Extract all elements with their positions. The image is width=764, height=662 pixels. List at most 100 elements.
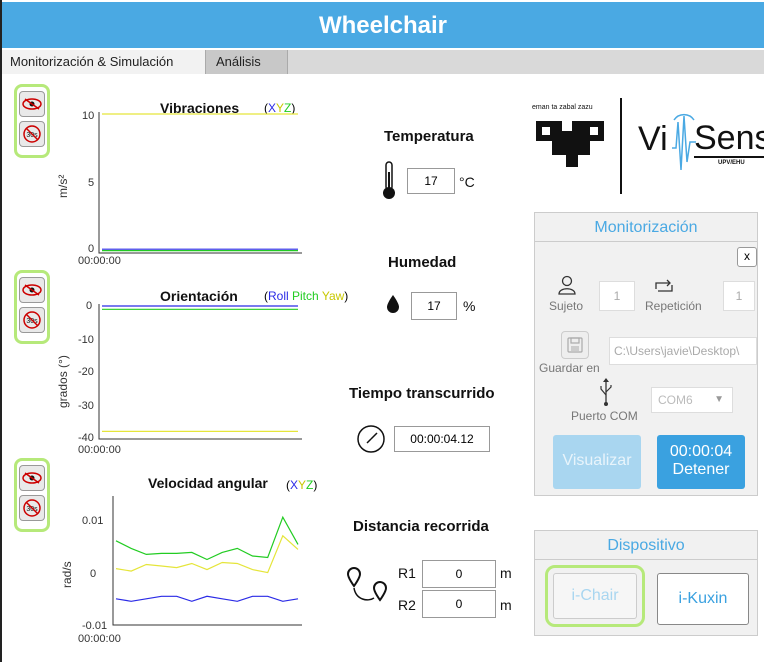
r2-label: R2 xyxy=(398,597,416,613)
dropdown-arrow-icon: ▼ xyxy=(714,394,724,405)
temperatura-title: Temperatura xyxy=(384,128,474,145)
monitorizacion-title: Monitorización xyxy=(594,219,698,236)
route-pins-icon xyxy=(346,566,388,602)
no-30s-icon: 30s xyxy=(23,311,41,329)
detener-label: Detener xyxy=(672,461,730,478)
divider xyxy=(535,241,757,242)
ikuxin-button[interactable]: i-Kuxin xyxy=(657,573,749,625)
ytick: 5 xyxy=(88,177,95,189)
orientacion-chart xyxy=(98,304,302,440)
clock-icon xyxy=(357,425,385,453)
repeticion-input[interactable]: 1 xyxy=(723,281,755,311)
ylabel-vibraciones: m/s² xyxy=(56,174,70,198)
signal-wave-icon xyxy=(672,113,696,171)
app-title: Wheelchair xyxy=(2,0,764,48)
ytick: 10 xyxy=(82,110,95,122)
visens-logo: Vi Sens UPV/EHU xyxy=(638,112,764,176)
plot-title-velocidad: Velocidad angular xyxy=(148,475,268,491)
vibraciones-chart xyxy=(98,112,302,254)
humedad-title: Humedad xyxy=(388,254,457,271)
puerto-value: COM6 xyxy=(658,393,693,407)
visibility-eye-button[interactable] xyxy=(19,91,45,117)
visens-sens: Sens xyxy=(694,120,764,158)
save-button[interactable] xyxy=(561,331,589,359)
ytick: -10 xyxy=(78,334,94,346)
divider xyxy=(535,559,757,560)
velocidad-chart xyxy=(112,496,302,626)
timer-label: 00:00:04 xyxy=(669,443,733,460)
timer-30s-button[interactable]: 30s xyxy=(19,307,45,333)
ehu-motto: eman ta zabal zazu xyxy=(532,104,593,111)
thermometer-icon xyxy=(383,161,395,199)
visibility-eye-button[interactable] xyxy=(19,465,45,491)
temperatura-unit: °C xyxy=(459,174,475,190)
ytick: 0 xyxy=(88,243,95,255)
sujeto-input[interactable]: 1 xyxy=(599,281,635,311)
ytick: 0 xyxy=(90,568,97,580)
key-y: Y xyxy=(298,478,307,492)
chart-axes xyxy=(98,112,302,254)
temperatura-value: 17 xyxy=(407,168,455,194)
key-pitch: Pitch xyxy=(292,289,319,303)
series-line-z xyxy=(115,515,299,561)
xtick: 00:00:00 xyxy=(78,255,121,267)
eye-off-icon xyxy=(22,284,42,296)
plot-title-orientacion: Orientación xyxy=(160,288,238,304)
key-yaw: Yaw xyxy=(321,289,345,303)
tab-analisis[interactable]: Análisis xyxy=(206,50,288,74)
eye-off-icon xyxy=(22,98,42,110)
visens-vi: Vi xyxy=(638,120,668,158)
logo-divider xyxy=(620,98,622,194)
water-drop-icon xyxy=(387,295,399,313)
dispositivo-title: Dispositivo xyxy=(607,537,685,554)
ytick: -30 xyxy=(78,400,94,412)
plot-key-velocidad: (XYZ) xyxy=(286,478,318,492)
tiempo-value: 00:00:04.12 xyxy=(394,426,490,452)
chart-axes xyxy=(98,304,302,440)
tab-bar: Monitorización & Simulación Análisis xyxy=(2,50,764,74)
sujeto-label: Sujeto xyxy=(549,299,584,313)
guardar-label: Guardar en xyxy=(539,361,600,375)
r1-unit: m xyxy=(500,565,512,581)
no-30s-icon: 30s xyxy=(23,125,41,143)
ylabel-velocidad: rad/s xyxy=(60,561,74,588)
timer-30s-button[interactable]: 30s xyxy=(19,495,45,521)
floppy-disk-icon xyxy=(567,337,583,353)
repeat-icon xyxy=(655,279,673,292)
plot-key-orientacion: (Roll Pitch Yaw) xyxy=(264,289,349,303)
ytick: -20 xyxy=(78,366,94,378)
puerto-select[interactable]: COM6 ▼ xyxy=(651,387,733,413)
key-roll: Roll xyxy=(268,289,289,303)
r2-value: 0 xyxy=(422,590,496,618)
vibraciones-controls: 30s xyxy=(14,84,50,158)
visens-sub: UPV/EHU xyxy=(718,160,745,166)
timer-30s-button[interactable]: 30s xyxy=(19,121,45,147)
path-input[interactable]: C:\Users\javie\Desktop\ xyxy=(609,337,757,365)
ehu-logo: eman ta zabal zazu xyxy=(532,104,610,174)
ichair-button[interactable]: i-Chair xyxy=(553,573,637,619)
monitorizacion-panel: Monitorización x Sujeto 1 Repetición 1 G… xyxy=(534,212,758,496)
eye-off-icon xyxy=(22,472,42,484)
dispositivo-panel: Dispositivo i-Chair i-Kuxin xyxy=(534,530,758,636)
ytick: 0.01 xyxy=(82,515,104,527)
r1-label: R1 xyxy=(398,565,416,581)
humedad-unit: % xyxy=(463,298,476,314)
usb-icon xyxy=(600,378,612,406)
ylabel-orientacion: grados (°) xyxy=(56,355,70,408)
tab-monitorizacion[interactable]: Monitorización & Simulación xyxy=(2,50,206,74)
visibility-eye-button[interactable] xyxy=(19,277,45,303)
series-line-y xyxy=(115,534,299,574)
tiempo-title: Tiempo transcurrido xyxy=(349,385,495,402)
r2-unit: m xyxy=(500,597,512,613)
ehu-tree-logo-icon xyxy=(536,121,604,167)
xtick: 00:00:00 xyxy=(78,633,121,645)
key-z: Z xyxy=(306,478,314,492)
key-x: X xyxy=(290,478,299,492)
close-button[interactable]: x xyxy=(737,247,757,267)
series-line-x xyxy=(115,595,299,602)
user-icon xyxy=(558,275,576,295)
visualizar-button[interactable]: Visualizar xyxy=(553,435,641,489)
detener-button[interactable]: 00:00:04 Detener xyxy=(657,435,745,489)
xtick: 00:00:00 xyxy=(78,444,121,456)
velocidad-controls: 30s xyxy=(14,458,50,532)
